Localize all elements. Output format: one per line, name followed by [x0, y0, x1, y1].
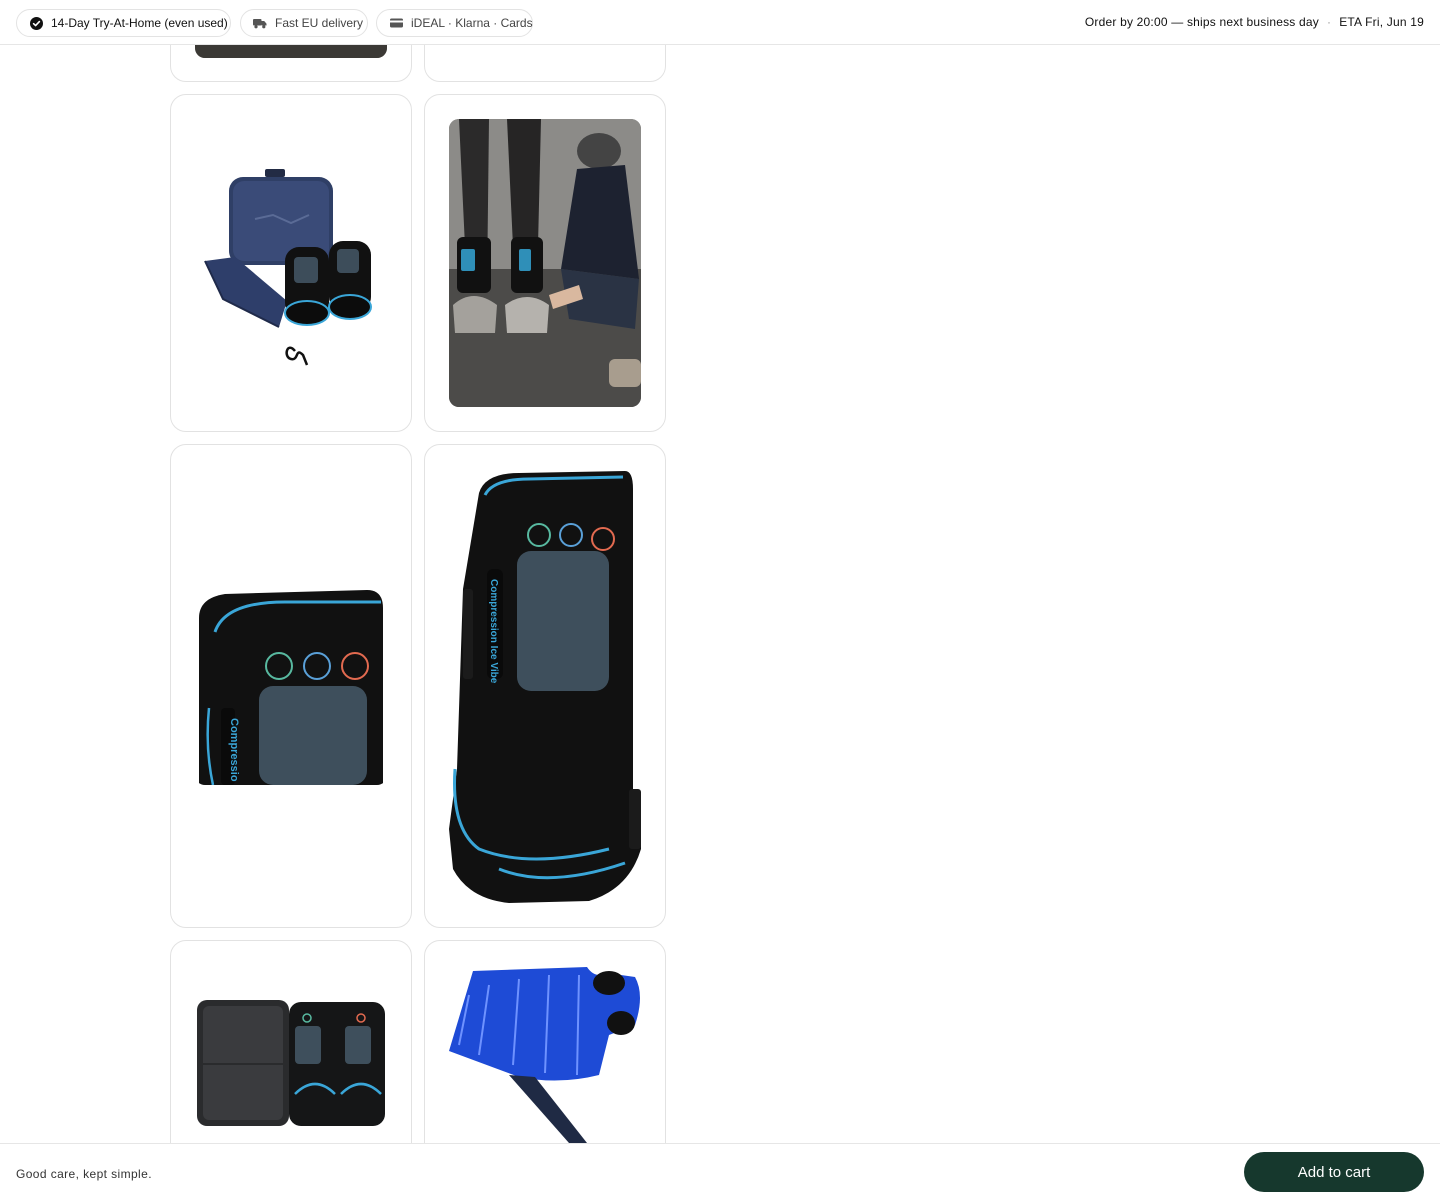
badge-label: Fast EU delivery: [275, 16, 364, 30]
truck-icon: [253, 16, 267, 30]
payment-methods-badge[interactable]: iDEAL · Klarna · Cards: [376, 9, 533, 37]
eta-label: ETA Fri, Jun 19: [1339, 15, 1424, 29]
try-at-home-badge[interactable]: 14-Day Try-At-Home (even used): [16, 9, 231, 37]
gallery-card[interactable]: Compression Ice Vibe: [424, 444, 666, 928]
compression-boot-tall-image: Compression Ice Vibe: [449, 469, 641, 903]
rider-fitting-boots-image: [449, 119, 641, 407]
gallery-card[interactable]: Compressio: [170, 444, 412, 928]
sticky-cart-bar: Good care, kept simple. Add to cart: [0, 1143, 1440, 1200]
fast-delivery-badge[interactable]: Fast EU delivery: [240, 9, 368, 37]
gallery-card[interactable]: [424, 94, 666, 432]
blue-ice-pack-image: [449, 965, 641, 1143]
badge-label: 14-Day Try-At-Home (even used): [51, 16, 228, 30]
separator-dot: ·: [1326, 15, 1332, 29]
open-carry-case-image: [195, 998, 387, 1128]
svg-text:Compression Ice Vibe: Compression Ice Vibe: [488, 579, 499, 684]
kit-with-carry-case-image: [195, 119, 387, 407]
badge-label: iDEAL · Klarna · Cards: [411, 16, 533, 30]
compression-boot-short-image: Compressio: [195, 588, 387, 785]
gallery-card[interactable]: [170, 94, 412, 432]
shipping-cutoff: Order by 20:00 — ships next business day: [1084, 15, 1319, 29]
check-circle-icon: [29, 16, 43, 30]
svg-text:Compressio: Compressio: [228, 718, 240, 782]
brand-tagline: Good care, kept simple.: [16, 1167, 152, 1181]
card-icon: [389, 16, 403, 30]
trust-bar: 14-Day Try-At-Home (even used) Fast EU d…: [0, 0, 1440, 45]
add-to-cart-button[interactable]: Add to cart: [1244, 1152, 1424, 1192]
shipping-info: Order by 20:00 — ships next business day…: [1085, 15, 1424, 29]
